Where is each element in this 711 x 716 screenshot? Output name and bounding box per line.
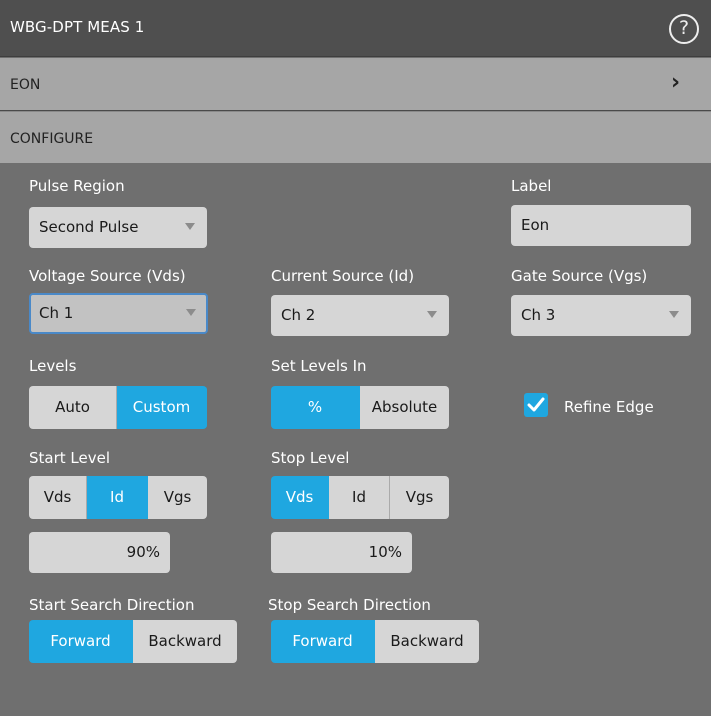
set-levels-in-label: Set Levels In xyxy=(271,357,367,375)
levels-custom-option[interactable]: Custom xyxy=(117,386,207,429)
panel-title: WBG-DPT MEAS 1 xyxy=(10,18,145,36)
title-bar: WBG-DPT MEAS 1 ? xyxy=(0,0,711,57)
label-field-label: Label xyxy=(511,177,552,195)
levels-toggle: Auto Custom xyxy=(29,386,207,429)
label-input[interactable]: Eon xyxy=(511,205,691,246)
start-search-direction-toggle: Forward Backward xyxy=(29,620,237,663)
current-source-dropdown[interactable]: Ch 2 xyxy=(271,295,449,336)
current-source-value: Ch 2 xyxy=(281,306,316,324)
start-level-input[interactable]: 90% xyxy=(29,532,170,573)
voltage-source-dropdown[interactable]: Ch 1 xyxy=(29,293,208,334)
start-level-vds-option[interactable]: Vds xyxy=(29,476,87,519)
stop-level-input[interactable]: 10% xyxy=(271,532,412,573)
stop-level-vgs-option[interactable]: Vgs xyxy=(390,476,449,519)
start-level-label: Start Level xyxy=(29,449,111,467)
dropdown-arrow-icon xyxy=(185,223,195,230)
configure-label: CONFIGURE xyxy=(10,131,94,147)
start-level-vgs-option[interactable]: Vgs xyxy=(148,476,207,519)
pulse-region-dropdown[interactable]: Second Pulse xyxy=(29,207,207,248)
dropdown-arrow-icon xyxy=(427,311,437,318)
set-levels-in-toggle: % Absolute xyxy=(271,386,449,429)
gate-source-dropdown[interactable]: Ch 3 xyxy=(511,295,691,336)
dropdown-arrow-icon xyxy=(669,311,679,318)
label-input-value: Eon xyxy=(521,216,550,234)
stop-level-value: 10% xyxy=(368,543,402,561)
start-search-backward-option[interactable]: Backward xyxy=(133,620,237,663)
stop-level-toggle: Vds Id Vgs xyxy=(271,476,449,519)
current-source-label: Current Source (Id) xyxy=(271,267,415,285)
start-level-id-option[interactable]: Id xyxy=(87,476,148,519)
pulse-region-label: Pulse Region xyxy=(29,177,125,195)
pulse-region-value: Second Pulse xyxy=(39,218,139,236)
set-levels-percent-option[interactable]: % xyxy=(271,386,360,429)
checkmark-icon xyxy=(527,397,545,412)
eon-label: EON xyxy=(10,77,41,93)
stop-level-label: Stop Level xyxy=(271,449,350,467)
voltage-source-value: Ch 1 xyxy=(39,304,74,322)
start-level-toggle: Vds Id Vgs xyxy=(29,476,207,519)
configure-section-header[interactable]: CONFIGURE xyxy=(0,111,711,163)
dropdown-arrow-icon xyxy=(186,309,196,316)
stop-search-direction-toggle: Forward Backward xyxy=(271,620,479,663)
voltage-source-label: Voltage Source (Vds) xyxy=(29,267,186,285)
stop-search-direction-label: Stop Search Direction xyxy=(268,596,431,614)
levels-label: Levels xyxy=(29,357,77,375)
refine-edge-label: Refine Edge xyxy=(564,398,654,416)
stop-level-id-option[interactable]: Id xyxy=(329,476,390,519)
set-levels-absolute-option[interactable]: Absolute xyxy=(360,386,449,429)
stop-level-vds-option[interactable]: Vds xyxy=(271,476,329,519)
stop-search-backward-option[interactable]: Backward xyxy=(375,620,479,663)
start-search-forward-option[interactable]: Forward xyxy=(29,620,133,663)
stop-search-forward-option[interactable]: Forward xyxy=(271,620,375,663)
eon-section-header[interactable]: EON › xyxy=(0,58,711,110)
start-level-value: 90% xyxy=(126,543,160,561)
chevron-right-icon[interactable]: › xyxy=(671,70,680,95)
refine-edge-checkbox[interactable] xyxy=(524,393,548,417)
levels-auto-option[interactable]: Auto xyxy=(29,386,117,429)
gate-source-label: Gate Source (Vgs) xyxy=(511,267,648,285)
start-search-direction-label: Start Search Direction xyxy=(29,596,195,614)
help-icon[interactable]: ? xyxy=(669,14,699,44)
gate-source-value: Ch 3 xyxy=(521,306,556,324)
